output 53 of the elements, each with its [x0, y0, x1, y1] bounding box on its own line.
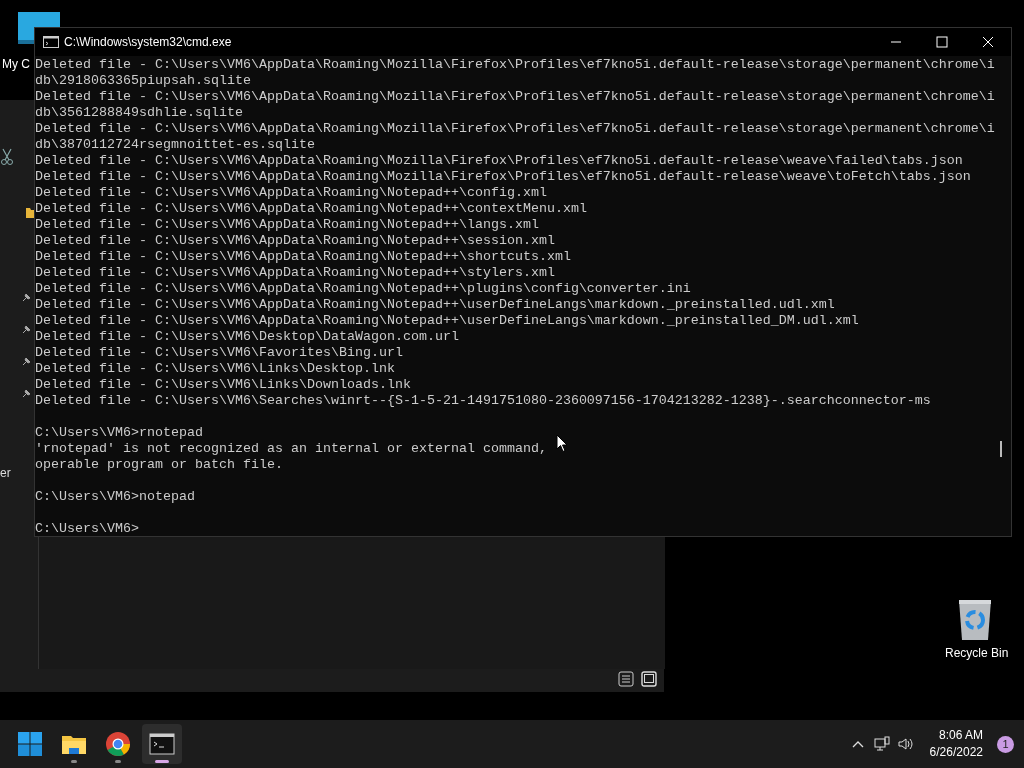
console-line: Deleted file - C:\Users\VM6\AppData\Roaming\Notepad++\session.xml — [35, 233, 555, 249]
browser-icon — [105, 731, 131, 757]
console-line: db\3561288849sdhlie.sqlite — [35, 105, 243, 121]
desktop-icon-label: My C — [2, 57, 30, 71]
console-line: Deleted file - C:\Users\VM6\AppData\Roaming\Mozilla\Firefox\Profiles\ef7kno5i.default-release\weave\toFetch\tabs.json — [35, 169, 971, 185]
pin-icon[interactable] — [22, 388, 32, 398]
desktop-icon-label: Recycle Bin — [945, 646, 1009, 660]
clock[interactable]: 8:06 AM 6/26/2022 — [929, 727, 983, 761]
console-line: Deleted file - C:\Users\VM6\AppData\Roaming\Mozilla\Firefox\Profiles\ef7kno5i.default-release\storage\permanent\chrome\i — [35, 89, 995, 105]
console-line: Deleted file - C:\Users\VM6\AppData\Roaming\Notepad++\shortcuts.xml — [35, 249, 571, 265]
console-line: Deleted file - C:\Users\VM6\AppData\Roaming\Notepad++\plugins\config\converter.ini — [35, 281, 691, 297]
console-line: Deleted file - C:\Users\VM6\AppData\Roaming\Notepad++\userDefineLangs\markdown._preinstalled.udl.xml — [35, 297, 835, 313]
pin-icon[interactable] — [22, 324, 32, 334]
terminal-icon — [43, 36, 59, 48]
taskbar-app-button[interactable] — [142, 724, 182, 764]
console-line: Deleted file - C:\Users\VM6\AppData\Roaming\Notepad++\contextMenu.xml — [35, 201, 587, 217]
scissors-icon[interactable] — [0, 148, 14, 166]
console-line: Deleted file - C:\Users\VM6\Searches\winrt--{S-1-5-21-1491751080-2360097156-1704213282-1238}-.searchconnector-ms — [35, 393, 931, 409]
console-line: Deleted file - C:\Users\VM6\AppData\Roaming\Notepad++\stylers.xml — [35, 265, 555, 281]
console-line: db\2918063365piupsah.sqlite — [35, 73, 251, 89]
console-line: 'rnotepad' is not recognized as an internal or external command, — [35, 441, 547, 457]
scrollbar-thumb[interactable] — [1000, 441, 1002, 457]
sidebar-item[interactable]: er — [0, 466, 11, 480]
pin-icon[interactable] — [22, 292, 32, 302]
close-icon — [982, 36, 994, 48]
console-line: Deleted file - C:\Users\VM6\AppData\Roaming\Mozilla\Firefox\Profiles\ef7kno5i.default-release\weave\failed\tabs.json — [35, 153, 963, 169]
network-icon[interactable] — [873, 736, 890, 752]
console-line: Deleted file - C:\Users\VM6\Favorites\Bing.url — [35, 345, 403, 361]
console-line: Deleted file - C:\Users\VM6\AppData\Roaming\Mozilla\Firefox\Profiles\ef7kno5i.default-release\storage\permanent\chrome\i — [35, 121, 995, 137]
maximize-icon — [936, 36, 948, 48]
console-line: Deleted file - C:\Users\VM6\Links\Desktop.lnk — [35, 361, 395, 377]
console-line: C:\Users\VM6> — [35, 521, 139, 537]
windows-logo-icon — [17, 731, 43, 757]
console-line: operable program or batch file. — [35, 457, 283, 473]
terminal-icon — [149, 731, 175, 757]
cursor-icon — [556, 434, 568, 453]
pin-icon[interactable] — [22, 356, 32, 366]
console-line: Deleted file - C:\Users\VM6\AppData\Roaming\Notepad++\userDefineLangs\markdown._preinstalled_DM.udl.xml — [35, 313, 859, 329]
console-line: C:\Users\VM6>notepad — [35, 489, 195, 505]
notification-badge[interactable]: 1 — [997, 735, 1014, 753]
clock-date: 6/26/2022 — [929, 744, 983, 761]
console-line: Deleted file - C:\Users\VM6\Links\Downloads.lnk — [35, 377, 411, 393]
console-line: Deleted file - C:\Users\VM6\AppData\Roaming\Notepad++\config.xml — [35, 185, 547, 201]
speaker-icon[interactable] — [897, 736, 914, 752]
details-view-icon[interactable] — [618, 671, 634, 687]
console-line: C:\Users\VM6>rnotepad — [35, 425, 203, 441]
console-line: Deleted file - C:\Users\VM6\Desktop\DataWagon.com.url — [35, 329, 459, 345]
window-title: C:\Windows\system32\cmd.exe — [64, 35, 233, 49]
console-line: Deleted file - C:\Users\VM6\AppData\Roaming\Notepad++\langs.xml — [35, 217, 539, 233]
tiles-view-icon[interactable] — [641, 671, 657, 687]
clock-time: 8:06 AM — [938, 727, 983, 744]
console-line: db\3870112724rsegmnoittet-es.sqlite — [35, 137, 315, 153]
console-line: Deleted file - C:\Users\VM6\AppData\Roaming\Mozilla\Firefox\Profiles\ef7kno5i.default-release\storage\permanent\chrome\i — [35, 57, 995, 73]
